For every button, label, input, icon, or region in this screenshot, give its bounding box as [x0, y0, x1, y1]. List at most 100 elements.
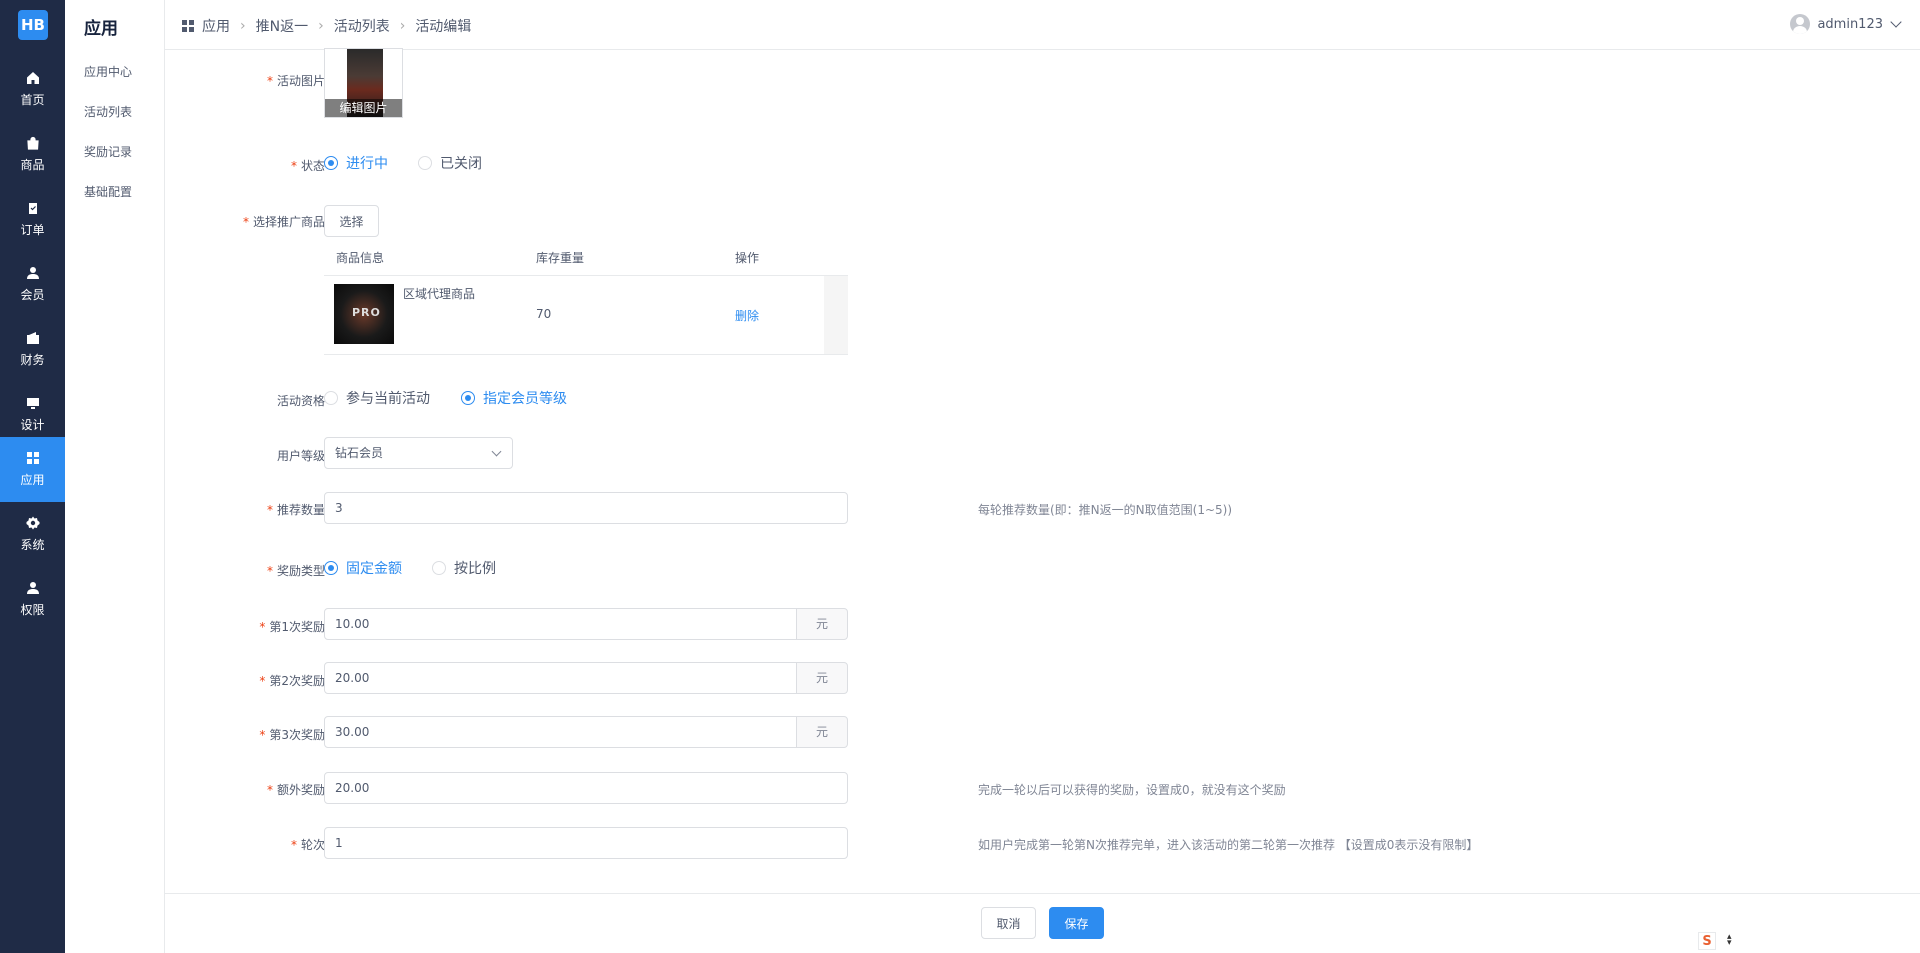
extra-reward-label: * 额外奖励 [266, 783, 325, 797]
reward3-input[interactable]: 30.00 [324, 716, 797, 748]
bag-icon [26, 136, 39, 150]
status-radio-closed[interactable]: 已关闭 [418, 153, 482, 173]
nav-item-permissions[interactable]: 权限 [0, 567, 65, 632]
subnav-item-basic-config[interactable]: 基础配置 [84, 183, 132, 200]
username: admin123 [1817, 16, 1883, 32]
table-row: PRO 区域代理商品 70 删除 [324, 275, 848, 354]
user-menu[interactable]: admin123 [1790, 14, 1902, 34]
product-thumbnail: PRO [334, 284, 394, 344]
nav-label: 首页 [20, 93, 45, 107]
top-bar: 应用 › 推N返一 › 活动列表 › 活动编辑 admin123 [165, 0, 1920, 50]
apps-grid-icon [26, 452, 39, 464]
product-label: * 选择推广商品 [242, 215, 325, 229]
cancel-button[interactable]: 取消 [981, 907, 1036, 939]
breadcrumb-item[interactable]: 应用 [202, 16, 230, 36]
extra-reward-input[interactable]: 20.00 [324, 772, 848, 804]
product-table: 商品信息 库存重量 操作 PRO 区域代理商品 70 删除 [324, 242, 848, 355]
round-input[interactable]: 1 [324, 827, 848, 859]
user-icon [26, 267, 39, 279]
nav-label: 系统 [20, 538, 45, 552]
nav-label: 设计 [20, 418, 45, 432]
reward-type-radio-ratio[interactable]: 按比例 [432, 558, 496, 578]
user-level-label: 用户等级 [276, 449, 325, 463]
table-scrollbar[interactable] [824, 276, 848, 354]
subnav-item-reward-records[interactable]: 奖励记录 [84, 143, 132, 160]
reward1-input[interactable]: 10.00 [324, 608, 797, 640]
activity-edit-form: * 活动图片 编辑图片 * 状态 进行中 已关闭 * 选择推广商品 选择 商品信息 库… [165, 48, 1920, 903]
qualification-radio-level[interactable]: 指定会员等级 [461, 388, 567, 408]
home-icon [26, 72, 39, 84]
nav-label: 应用 [20, 473, 45, 487]
table-header: 库存重量 [536, 251, 585, 265]
radio-checked-icon [324, 156, 338, 170]
edit-image-button[interactable]: 编辑图片 [325, 99, 402, 117]
reward3-unit: 元 [796, 716, 848, 748]
table-header: 操作 [735, 251, 760, 265]
chevron-right-icon: › [399, 18, 406, 34]
delete-product-link[interactable]: 删除 [735, 307, 759, 324]
nav-label: 订单 [20, 223, 45, 237]
nav-label: 商品 [20, 158, 45, 172]
nav-item-members[interactable]: 会员 [0, 252, 65, 317]
radio-icon [432, 561, 446, 575]
product-stock: 70 [536, 307, 552, 321]
subnav-item-app-center[interactable]: 应用中心 [84, 63, 132, 80]
reward1-label: * 第1次奖励 [259, 620, 325, 634]
sort-arrows-icon[interactable]: ▴ ▾ [1727, 933, 1732, 948]
subnav-item-activity-list[interactable]: 活动列表 [84, 103, 132, 120]
nav-item-orders[interactable]: 订单 [0, 187, 65, 252]
breadcrumb-item[interactable]: 推N返一 [256, 16, 308, 36]
reward1-unit: 元 [796, 608, 848, 640]
nav-item-products[interactable]: 商品 [0, 122, 65, 187]
input-method-icon[interactable]: S [1698, 932, 1716, 950]
status-label: * 状态 [290, 159, 325, 173]
user-level-value: 钻石会员 [335, 446, 384, 460]
product-name: 区域代理商品 [403, 287, 476, 301]
user-lock-icon [26, 582, 39, 594]
nav-item-system[interactable]: 系统 [0, 502, 65, 567]
recommend-count-hint: 每轮推荐数量(即：推N返一的N取值范围(1~5)) [978, 503, 1233, 517]
round-label: * 轮次 [290, 838, 325, 852]
activity-image[interactable]: 编辑图片 [324, 48, 403, 118]
image-label: * 活动图片 [266, 74, 325, 88]
reward-type-radio-fixed[interactable]: 固定金额 [324, 558, 402, 578]
recommend-count-input[interactable]: 3 [324, 492, 848, 524]
breadcrumb-item[interactable]: 活动列表 [334, 16, 390, 36]
reward3-label: * 第3次奖励 [259, 728, 325, 742]
reward2-unit: 元 [796, 662, 848, 694]
recommend-count-label: * 推荐数量 [266, 503, 325, 517]
form-footer: 取消 保存 [165, 893, 1920, 953]
subnav-title: 应用 [84, 19, 118, 39]
select-product-button[interactable]: 选择 [324, 205, 379, 237]
extra-reward-hint: 完成一轮以后可以获得的奖励，设置成0，就没有这个奖励 [978, 783, 1286, 797]
qualification-radio-all[interactable]: 参与当前活动 [324, 388, 430, 408]
radio-checked-icon [324, 561, 338, 575]
chevron-down-icon [491, 446, 502, 457]
status-radio-active[interactable]: 进行中 [324, 153, 388, 173]
nav-item-apps[interactable]: 应用 [0, 437, 65, 502]
avatar [1790, 14, 1811, 34]
round-hint: 如用户完成第一轮第N次推荐完单，进入该活动的第二轮第一次推荐 【设置成0表示没有… [978, 838, 1479, 852]
reward2-label: * 第2次奖励 [259, 674, 325, 688]
wallet-icon [26, 332, 39, 344]
radio-checked-icon [461, 391, 475, 405]
breadcrumb: 应用 › 推N返一 › 活动列表 › 活动编辑 [182, 16, 471, 36]
app-logo[interactable]: HB [18, 10, 48, 40]
nav-item-home[interactable]: 首页 [0, 57, 65, 122]
qualification-label: 活动资格 [276, 394, 325, 408]
reward2-input[interactable]: 20.00 [324, 662, 797, 694]
chevron-right-icon: › [240, 18, 246, 34]
gear-icon [26, 516, 39, 530]
clipboard-icon [28, 203, 37, 214]
nav-label: 财务 [20, 353, 45, 367]
chevron-right-icon: › [318, 18, 324, 34]
save-button[interactable]: 保存 [1049, 907, 1104, 939]
sub-sidebar: 应用 应用中心 活动列表 奖励记录 基础配置 [65, 0, 165, 953]
apps-grid-icon [182, 20, 194, 32]
reward-type-label: * 奖励类型 [266, 564, 325, 578]
nav-item-finance[interactable]: 财务 [0, 317, 65, 382]
main-sidebar: HB 首页 商品 订单 会员 财务 设计 应用 系统 权限 [0, 0, 65, 953]
user-level-select[interactable]: 钻石会员 [324, 437, 513, 469]
breadcrumb-item: 活动编辑 [415, 19, 472, 35]
nav-label: 权限 [20, 603, 45, 617]
